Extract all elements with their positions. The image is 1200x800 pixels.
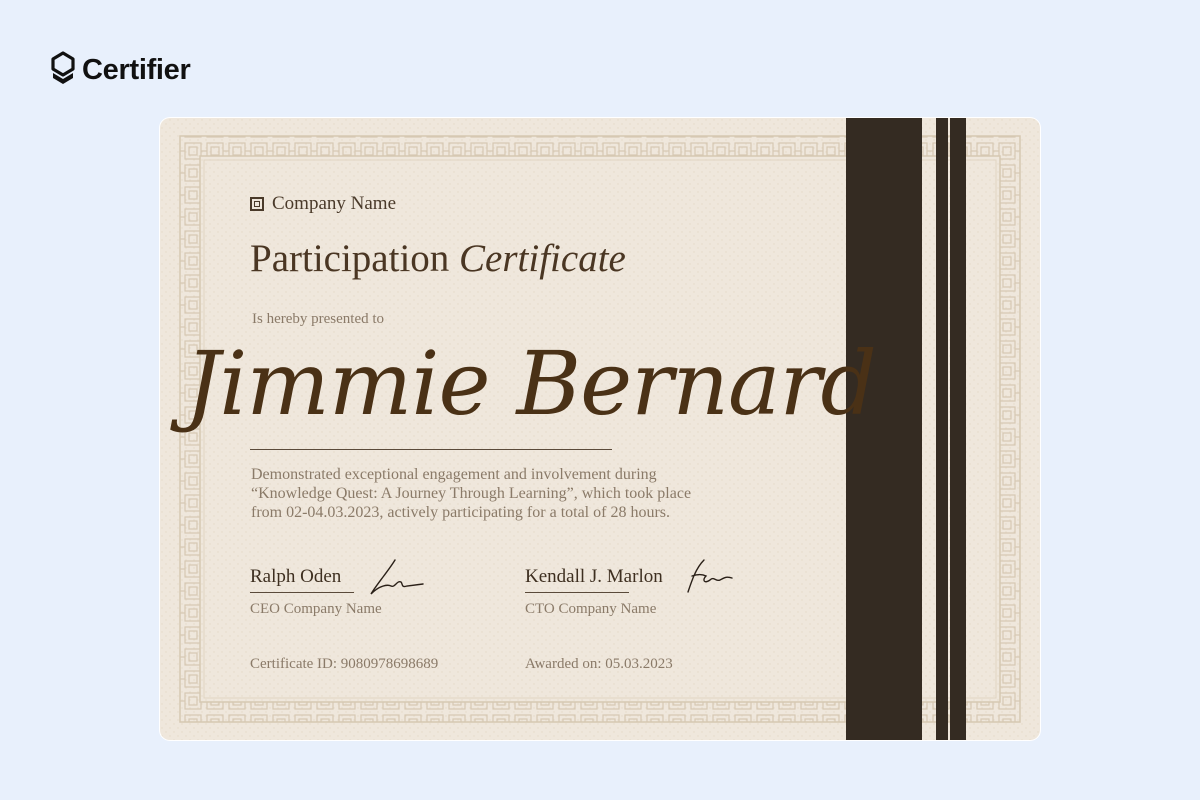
title-main: Participation: [250, 237, 450, 280]
dark-band-thin-1: [936, 118, 948, 740]
recipient-name: Jimmie Bernard: [185, 332, 877, 435]
signatory-ceo: Ralph Oden CEO Company Name: [250, 566, 382, 618]
signature-line: [250, 592, 354, 593]
signature-cto-scribble: [687, 559, 733, 593]
title-italic: Certificate: [459, 237, 626, 280]
certificate-content: Company Name Participation Certificate I…: [160, 118, 877, 740]
description: Demonstrated exceptional engagement and …: [251, 465, 731, 522]
description-line: “Knowledge Quest: A Journey Through Lear…: [251, 485, 692, 502]
dark-band-thin-2: [950, 118, 966, 740]
signatory-cto: Kendall J. Marlon CTO Company Name: [525, 566, 663, 618]
signatory-role: CEO Company Name: [250, 601, 382, 617]
signature-line: [525, 592, 629, 593]
square-logo-icon: [250, 197, 264, 211]
recipient-underline: [250, 449, 612, 450]
brand-name: Certifier: [82, 53, 191, 86]
description-line: Demonstrated exceptional engagement and …: [251, 466, 657, 483]
company-name-row: Company Name: [250, 193, 396, 215]
signatory-name: Kendall J. Marlon: [525, 566, 663, 587]
brand-header: Certifier: [50, 50, 191, 90]
presented-text: Is hereby presented to: [252, 311, 385, 327]
awarded-date: Awarded on: 05.03.2023: [525, 656, 673, 672]
signature-ceo-scribble: [370, 559, 424, 595]
certificate-card: Company Name Participation Certificate I…: [160, 118, 1040, 740]
certificate-id: Certificate ID: 9080978698689: [250, 656, 439, 672]
signatory-role: CTO Company Name: [525, 601, 657, 617]
company-name: Company Name: [272, 193, 397, 214]
description-line: from 02-04.03.2023, actively participati…: [251, 504, 671, 521]
certifier-shield-icon: [51, 51, 75, 84]
signatory-name: Ralph Oden: [250, 566, 342, 587]
certificate-title: Participation Certificate: [250, 236, 626, 281]
